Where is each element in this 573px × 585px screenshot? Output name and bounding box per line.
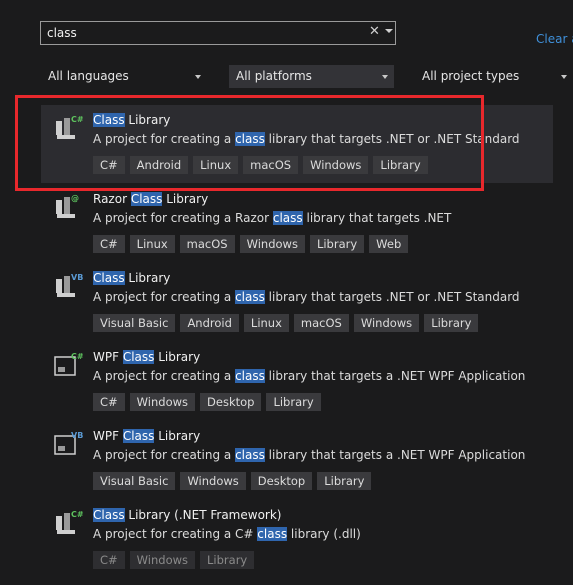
search-input[interactable] — [47, 24, 347, 42]
tag: Library — [266, 393, 321, 411]
search-box[interactable]: ✕ — [40, 21, 396, 45]
tag: Android — [180, 314, 239, 332]
tag: Library — [317, 472, 372, 490]
tag: Windows — [129, 393, 196, 411]
tag-list: C# Windows Library — [93, 551, 259, 569]
icon-badge: C# — [71, 510, 83, 519]
tag: C# — [93, 551, 125, 569]
csharp-class-library-icon: C# — [53, 508, 84, 538]
result-title: WPF Class Library — [93, 429, 201, 443]
project-type-filter-label: All project types — [422, 69, 520, 83]
result-item[interactable]: C# Class Library (.NET Framework) A projec… — [41, 500, 553, 578]
tag: Linux — [129, 235, 175, 253]
clear-search-icon[interactable]: ✕ — [369, 24, 380, 39]
result-item[interactable]: C# WPF Class Library A project for creatin… — [41, 342, 553, 420]
result-item[interactable]: VB WPF Class Library A project for creatin… — [41, 421, 553, 499]
tag: Library — [424, 314, 479, 332]
platform-filter-label: All platforms — [236, 69, 312, 83]
icon-badge: VB — [71, 273, 83, 282]
result-description: A project for creating a C# class librar… — [93, 527, 361, 541]
chevron-down-icon — [561, 75, 567, 79]
result-title: WPF Class Library — [93, 350, 201, 364]
tag: Visual Basic — [93, 472, 176, 490]
tag: Windows — [129, 551, 196, 569]
tag: Linux — [243, 314, 289, 332]
chevron-down-icon — [195, 75, 201, 79]
tag: Web — [369, 235, 409, 253]
result-description: A project for creating a class library t… — [93, 448, 526, 462]
result-item[interactable]: @ Razor Class Library A project for creati… — [41, 184, 553, 262]
tag: C# — [93, 393, 125, 411]
result-description: A project for creating a Razor class lib… — [93, 211, 452, 225]
tag: Library — [309, 235, 365, 253]
razor-class-library-icon: @ — [53, 192, 83, 222]
icon-badge: C# — [71, 352, 83, 361]
tag: Desktop — [250, 472, 313, 490]
tag: Desktop — [200, 393, 262, 411]
result-item[interactable]: VB Class Library A project for creating a … — [41, 263, 553, 341]
tag: Windows — [180, 472, 246, 490]
vb-class-library-icon: VB — [53, 429, 83, 459]
project-type-filter[interactable]: All project types — [415, 65, 573, 88]
language-filter[interactable]: All languages — [41, 65, 207, 88]
tag: Windows — [353, 314, 420, 332]
tag: macOS — [179, 235, 235, 253]
platform-filter[interactable]: All platforms — [229, 65, 394, 88]
tag: Windows — [239, 235, 305, 253]
icon-badge: @ — [71, 194, 79, 203]
clear-all-link[interactable]: Clear a — [536, 32, 573, 46]
tag: C# — [93, 235, 125, 253]
icon-badge: VB — [71, 431, 83, 440]
highlight-box — [15, 95, 484, 191]
result-title: Razor Class Library — [93, 192, 209, 206]
tag: Visual Basic — [93, 314, 176, 332]
search-history-dropdown-icon[interactable] — [385, 29, 393, 33]
tag: Library — [200, 551, 255, 569]
language-filter-label: All languages — [48, 69, 129, 83]
result-description: A project for creating a class library t… — [93, 369, 526, 383]
tag: macOS — [293, 314, 349, 332]
tag-list: C# Windows Desktop Library — [93, 393, 326, 411]
tag-list: C# Linux macOS Windows Library Web — [93, 235, 413, 253]
result-title: Class Library — [93, 271, 171, 285]
vb-class-library-icon: VB — [53, 271, 83, 301]
tag-list: Visual Basic Android Linux macOS Windows Libr… — [93, 314, 483, 332]
result-description: A project for creating a class library t… — [93, 290, 520, 304]
csharp-class-library-icon: C# — [53, 350, 84, 380]
result-title: Class Library (.NET Framework) — [93, 508, 282, 522]
tag-list: Visual Basic Windows Desktop Library — [93, 472, 376, 490]
chevron-down-icon — [382, 75, 388, 79]
